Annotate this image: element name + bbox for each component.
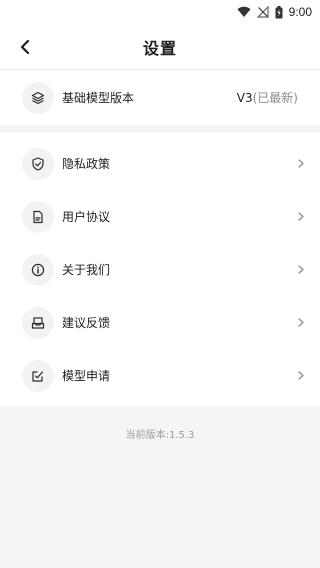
chevron-right-icon [296, 265, 306, 275]
status-time: 9:00 [288, 5, 312, 19]
chevron-right-icon [296, 212, 306, 222]
menu-item-label: 建议反馈 [62, 316, 111, 330]
menu-item-label: 模型申请 [62, 369, 111, 383]
inbox-icon [31, 316, 45, 329]
menu-item-privacy-policy[interactable]: 隐私政策 [0, 137, 320, 190]
model-apply-icon-wrap [22, 359, 54, 392]
chevron-right-icon [296, 371, 306, 381]
chevron-right-icon [296, 159, 306, 169]
chevron-right-icon [296, 318, 306, 328]
menu-item-label: 用户协议 [62, 210, 111, 224]
base-model-status: (已最新) [252, 91, 298, 105]
page-title: 设置 [142, 38, 177, 58]
menu-item-label: 隐私政策 [62, 157, 111, 171]
wifi-icon [237, 6, 251, 18]
page-header: 设置 [0, 24, 320, 70]
menu-item-about-us[interactable]: 关于我们 [0, 243, 320, 296]
base-model-row: 基础模型版本 V3(已最新) [0, 70, 320, 125]
feedback-icon-wrap [22, 306, 54, 339]
battery-charging-icon [275, 5, 283, 19]
agreement-icon-wrap [22, 200, 54, 233]
info-icon [31, 263, 45, 276]
app-version-text: 当前版本:1.5.3 [125, 430, 195, 441]
base-model-icon-wrap [22, 81, 54, 114]
base-model-version: V3 [236, 91, 253, 105]
menu-item-user-agreement[interactable]: 用户协议 [0, 190, 320, 243]
status-bar: 9:00 [0, 0, 320, 24]
base-model-value: V3(已最新) [237, 89, 298, 106]
menu-item-feedback[interactable]: 建议反馈 [0, 296, 320, 349]
document-icon [33, 210, 43, 223]
menu-item-label: 关于我们 [62, 263, 111, 277]
privacy-icon-wrap [22, 147, 54, 180]
about-icon-wrap [22, 253, 54, 286]
settings-screen: 9:00 设置 基础模型版本 V3(已最新) 隐私政策 用户协议 关于我们 建议… [0, 0, 320, 568]
back-arrow-icon [20, 39, 30, 55]
layers-icon [31, 91, 45, 104]
edit-check-icon [32, 370, 44, 382]
base-model-label: 基础模型版本 [62, 91, 135, 105]
section-gap [0, 125, 320, 133]
shield-check-icon [32, 156, 44, 171]
settings-menu: 隐私政策 用户协议 关于我们 建议反馈 模型申请 [0, 133, 320, 406]
back-button[interactable] [14, 36, 36, 58]
menu-item-model-application[interactable]: 模型申请 [0, 349, 320, 402]
no-signal-icon [256, 6, 269, 18]
